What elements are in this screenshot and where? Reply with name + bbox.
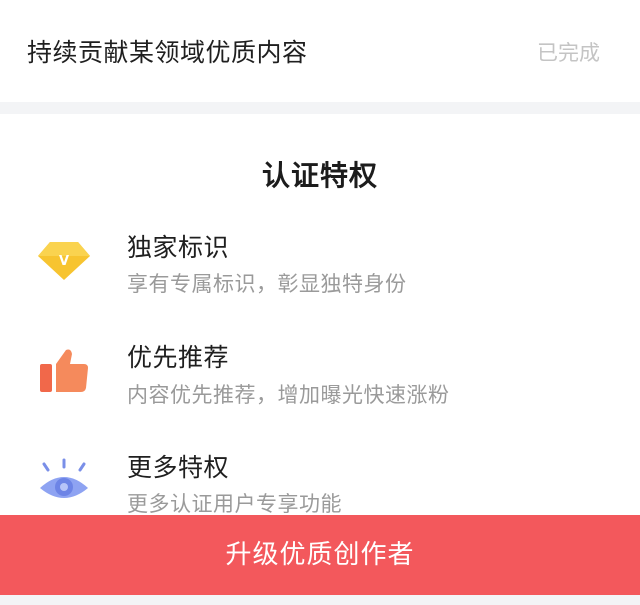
benefit-item-more-privileges: 更多特权 更多认证用户专享功能 [0,444,640,524]
benefit-title: 优先推荐 [127,343,230,372]
benefit-item-exclusive-badge: V 独家标识 享有专属标识，彰显独特身份 [0,220,640,300]
eye-icon [36,456,92,506]
thumbs-up-icon [36,346,92,396]
requirement-row: 持续贡献某领域优质内容 已完成 [0,0,640,102]
benefit-title: 独家标识 [127,233,230,262]
requirement-status: 已完成 [537,41,600,65]
benefit-desc: 内容优先推荐，增加曝光快速涨粉 [127,383,450,407]
benefit-desc: 更多认证用户专享功能 [127,492,342,516]
requirement-text: 持续贡献某领域优质内容 [27,38,308,67]
benefit-desc: 享有专属标识，彰显独特身份 [127,272,407,296]
diamond-v-icon: V [36,234,92,284]
benefit-item-priority-recommend: 优先推荐 内容优先推荐，增加曝光快速涨粉 [0,332,640,412]
section-divider [0,102,640,114]
bottom-strip [0,595,640,605]
upgrade-quality-creator-button[interactable]: 升级优质创作者 [0,515,640,595]
benefit-title: 更多特权 [127,453,230,482]
privileges-title: 认证特权 [261,159,378,192]
svg-text:V: V [59,254,69,269]
